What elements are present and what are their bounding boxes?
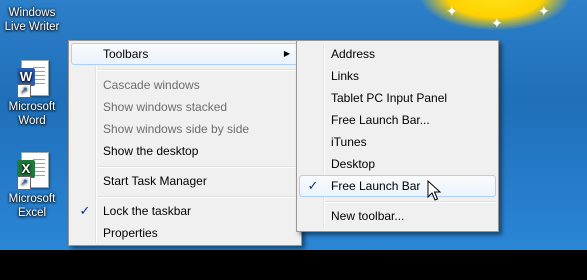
desktop-icon-label: Microsoft [8,101,56,113]
excel-spreadsheet-icon: X ↗ [15,150,49,190]
submenu-item-itunes[interactable]: iTunes [299,131,496,153]
desktop-icon-label: Windows [8,7,56,19]
submenu-item-tablet-pc-input-panel[interactable]: Tablet PC Input Panel [299,87,496,109]
desktop-icon-label: Microsoft [8,193,56,205]
submenu-item-free-launch-bar-ellipsis[interactable]: Free Launch Bar... [299,109,496,131]
menu-separator [98,196,299,198]
taskbar[interactable] [0,250,587,280]
menu-separator [98,69,299,71]
desktop-icon-label: Live Writer [4,21,60,33]
shortcut-arrow-icon: ↗ [17,176,31,190]
desktop-icon-label: Word [18,115,46,127]
menu-item-label: iTunes [331,135,367,149]
menu-item-show-windows-side-by-side[interactable]: Show windows side by side [71,118,299,140]
menu-item-start-task-manager[interactable]: Start Task Manager [71,170,299,192]
checkmark-icon: ✓ [79,203,91,218]
menu-item-show-windows-stacked[interactable]: Show windows stacked [71,96,299,118]
menu-item-toolbars[interactable]: Toolbars ▶ [71,43,299,65]
menu-item-show-the-desktop[interactable]: Show the desktop [71,140,299,162]
desktop-icon-label: Excel [17,207,47,219]
checkmark-icon: ✓ [307,178,319,193]
menu-item-label: Address [331,47,376,61]
menu-item-label: Free Launch Bar [331,179,421,193]
menu-item-label: Show windows side by side [103,122,250,136]
desktop-icon-windows-live-writer[interactable]: Windows Live Writer [0,6,64,34]
menu-item-label: Lock the taskbar [103,204,192,218]
submenu-item-free-launch-bar[interactable]: ✓ Free Launch Bar [299,175,496,197]
menu-item-label: Start Task Manager [103,174,207,188]
submenu-item-desktop[interactable]: Desktop [299,153,496,175]
menu-item-label: Tablet PC Input Panel [331,91,448,105]
word-document-icon: W ↗ [15,58,49,98]
submenu-item-new-toolbar[interactable]: New toolbar... [299,205,496,227]
menu-separator [326,201,496,203]
menu-separator [98,166,299,168]
submenu-arrow-icon: ▶ [283,49,290,58]
sparkle-icon: ✦ [446,3,458,19]
menu-item-cascade-windows[interactable]: Cascade windows [71,74,299,96]
sparkle-icon: ✦ [538,3,550,19]
taskbar-context-menu: Toolbars ▶ Cascade windows Show windows … [68,40,302,246]
desktop-icon-microsoft-excel[interactable]: X ↗ Microsoft Excel [0,150,64,220]
shortcut-arrow-icon: ↗ [17,84,31,98]
menu-item-label: Free Launch Bar... [331,113,430,127]
menu-item-properties[interactable]: Properties [71,222,299,244]
submenu-item-links[interactable]: Links [299,65,496,87]
menu-item-label: New toolbar... [331,209,405,223]
menu-item-label: Cascade windows [103,78,200,92]
menu-item-label: Desktop [331,157,376,171]
menu-item-label: Properties [103,226,158,240]
mouse-cursor-icon [427,180,441,201]
menu-item-label: Links [331,69,360,83]
desktop-icon-microsoft-word[interactable]: W ↗ Microsoft Word [0,58,64,128]
menu-item-label: Toolbars [103,47,149,61]
menu-item-label: Show windows stacked [103,100,228,114]
menu-item-label: Show the desktop [103,144,199,158]
toolbars-submenu: Address Links Tablet PC Input Panel Free… [296,40,499,232]
submenu-item-address[interactable]: Address [299,43,496,65]
menu-item-lock-the-taskbar[interactable]: ✓ Lock the taskbar [71,200,299,222]
sparkle-icon: ✦ [491,15,503,31]
